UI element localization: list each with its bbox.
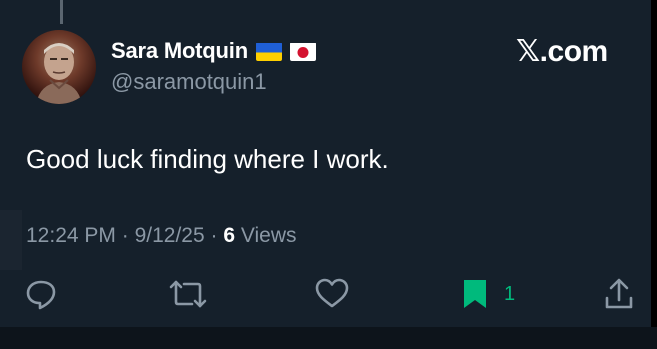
repost-icon [169,280,207,308]
repost-button[interactable] [168,278,208,310]
meta-separator: · [210,224,218,247]
bookmark-icon [464,280,486,308]
background-band [0,210,22,270]
post-time[interactable]: 12:24 PM [26,224,116,247]
bookmark-button[interactable]: 1 [462,278,515,310]
display-name[interactable]: Sara Motquin [111,38,248,64]
ukraine-flag-icon [255,42,282,61]
avatar[interactable] [22,30,96,104]
post-metadata: 12:24 PM · 9/12/25 · 6 Views [26,224,297,248]
reply-button[interactable] [24,278,58,310]
avatar-portrait [36,43,82,104]
bottom-strip [0,327,657,349]
post-date[interactable]: 9/12/25 [135,224,205,247]
thread-connector-line [60,0,63,24]
bookmark-count: 1 [504,282,516,305]
meta-separator: · [121,224,129,247]
post-text: Good luck finding where I work. [26,144,389,174]
user-handle[interactable]: @saramotquin1 [111,69,267,95]
share-button[interactable] [604,278,634,310]
display-name-row[interactable]: Sara Motquin [111,38,316,64]
views-label: Views [240,224,297,247]
views-count: 6 [223,224,236,247]
reply-icon [26,280,56,310]
screen-edge [651,0,657,349]
like-icon [315,278,349,308]
x-com-logo: 𝕏.com [516,35,608,68]
like-button[interactable] [314,278,350,310]
japan-flag-icon [289,42,316,61]
share-icon [605,278,633,309]
